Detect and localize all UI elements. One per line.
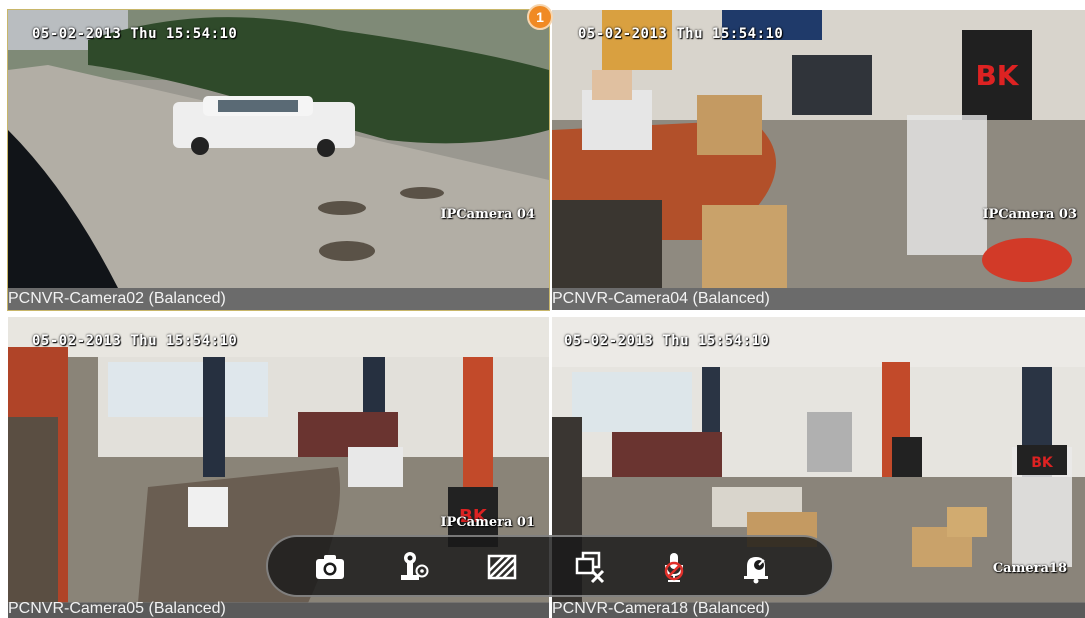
camera-osd-name: IPCamera 03 <box>982 207 1077 222</box>
camera-osd-name: IPCamera 01 <box>440 515 535 530</box>
camera-snapshot-icon[interactable] <box>312 549 348 585</box>
aspect-fill-icon[interactable] <box>484 549 520 585</box>
camera-tile-1[interactable]: 05-02-2013 Thu 15:54:10 IPCamera 04 PCNV… <box>7 9 550 311</box>
camera-osd-name: IPCamera 04 <box>440 207 535 222</box>
svg-text:BK: BK <box>975 59 1019 92</box>
camera-label: PCNVR-Camera18 (Balanced) <box>552 600 770 617</box>
camera-osd-name: Camera18 <box>992 561 1067 576</box>
camera-grid: 05-02-2013 Thu 15:54:10 IPCamera 04 PCNV… <box>7 9 1085 618</box>
live-view-toolbar <box>266 535 834 597</box>
camera-feed-2: BK <box>552 10 1085 288</box>
camera-timestamp: 05-02-2013 Thu 15:54:10 <box>578 26 784 42</box>
ptz-control-icon[interactable] <box>396 549 432 585</box>
camera-label-bar: PCNVR-Camera02 (Balanced) <box>8 288 549 310</box>
camera-timestamp: 05-02-2013 Thu 15:54:10 <box>564 333 770 349</box>
notification-badge[interactable]: 1 <box>527 4 553 30</box>
camera-label-bar: PCNVR-Camera05 (Balanced) <box>8 600 549 618</box>
camera-label-bar: PCNVR-Camera04 (Balanced) <box>552 288 1085 310</box>
svg-text:BK: BK <box>1031 455 1054 471</box>
camera-feed-1 <box>8 10 549 288</box>
camera-timestamp: 05-02-2013 Thu 15:54:10 <box>32 26 238 42</box>
camera-label: PCNVR-Camera04 (Balanced) <box>552 290 770 307</box>
camera-label: PCNVR-Camera05 (Balanced) <box>8 600 226 617</box>
camera-label-bar: PCNVR-Camera18 (Balanced) <box>552 600 1085 618</box>
camera-tile-2[interactable]: BK 05-02-2013 Thu 15:54:10 IPCamera 03 P… <box>552 10 1085 310</box>
camera-label: PCNVR-Camera02 (Balanced) <box>8 290 226 307</box>
microphone-muted-icon[interactable] <box>656 549 692 585</box>
alarm-bell-icon[interactable] <box>738 549 774 585</box>
camera-timestamp: 05-02-2013 Thu 15:54:10 <box>32 333 238 349</box>
close-windows-icon[interactable] <box>572 549 608 585</box>
